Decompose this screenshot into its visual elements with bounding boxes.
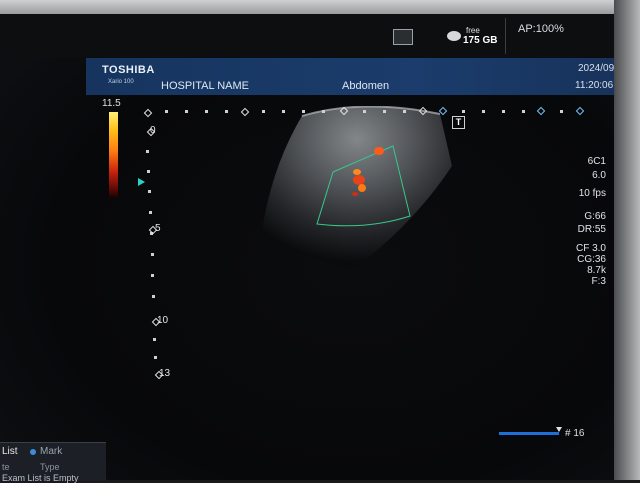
disk-free-size: 175 GB	[463, 35, 498, 46]
tab-mark[interactable]: Mark	[40, 446, 62, 457]
depth-tick	[152, 295, 155, 298]
patient-header: TOSHIBA Xario 100 HOSPITAL NAME Abdomen …	[86, 58, 636, 95]
lateral-tick	[322, 110, 325, 113]
disk-icon	[447, 31, 461, 41]
lateral-tick	[185, 110, 188, 113]
tab-list[interactable]: List	[2, 446, 18, 457]
doppler-flow-1	[374, 147, 384, 155]
system-status-bar	[0, 14, 614, 58]
exam-preset[interactable]: Abdomen	[342, 80, 389, 92]
depth-tick	[153, 338, 156, 341]
lateral-tick	[482, 110, 485, 113]
empty-list-message: Exam List is Empty	[2, 473, 79, 483]
monitor-bezel-top	[0, 0, 640, 14]
depth-tick	[148, 190, 151, 193]
cine-position-icon[interactable]	[556, 427, 562, 432]
depth-tick	[151, 253, 154, 256]
cine-progress-bar[interactable]	[499, 432, 559, 435]
lateral-tick	[165, 110, 168, 113]
b-mode-sector	[262, 106, 452, 270]
lateral-tick	[262, 110, 265, 113]
acoustic-power: AP:100%	[518, 23, 564, 35]
status-divider	[505, 18, 506, 54]
lateral-tick	[403, 110, 406, 113]
lateral-tick	[363, 110, 366, 113]
color-scale-max: 11.5	[102, 98, 121, 109]
depth-tick	[146, 150, 149, 153]
doppler-flow-5	[352, 192, 358, 196]
color-frequency: CF 3.0	[575, 243, 606, 254]
depth-tick	[147, 170, 150, 173]
probe-name: 6C1	[587, 156, 606, 167]
model-name: Xario 100	[108, 79, 134, 85]
lateral-tick	[205, 110, 208, 113]
doppler-flow-3	[353, 175, 365, 185]
color-gain: CG:36	[577, 254, 606, 265]
frame-rate: 10 fps	[578, 188, 606, 199]
doppler-flow-4	[358, 184, 366, 192]
lateral-tick	[225, 110, 228, 113]
transducer-orientation-marker: T	[452, 116, 465, 129]
disk-free-label: free	[466, 26, 480, 35]
mark-radio-icon[interactable]	[30, 449, 36, 455]
ultrasound-image	[262, 106, 452, 270]
depth-tick	[154, 356, 157, 359]
color-doppler-scale	[109, 112, 118, 198]
printer-icon[interactable]	[393, 29, 413, 45]
filter: F:3	[591, 276, 606, 287]
depth-tick	[149, 211, 152, 214]
lateral-tick	[282, 110, 285, 113]
hospital-name: HOSPITAL NAME	[161, 80, 250, 92]
frequency: 6.0	[592, 170, 606, 181]
monitor-bezel-right	[614, 0, 640, 480]
column-header-type: Type	[40, 462, 60, 472]
focus-marker-icon[interactable]	[138, 178, 145, 186]
cine-frame-number: # 16	[565, 428, 585, 439]
lateral-tick	[302, 110, 305, 113]
brand-logo: TOSHIBA	[102, 64, 155, 76]
dynamic-range: DR:55	[577, 224, 606, 235]
lateral-tick	[502, 110, 505, 113]
lateral-tick	[522, 110, 525, 113]
doppler-flow-2	[353, 169, 361, 175]
exam-list-panel: List Mark te Type Exam List is Empty	[0, 442, 106, 483]
gain: G:66	[584, 211, 606, 222]
column-header-date: te	[2, 462, 10, 472]
lateral-tick	[462, 110, 465, 113]
prf: 8.7k	[587, 265, 606, 276]
lateral-tick	[560, 110, 563, 113]
lateral-tick	[383, 110, 386, 113]
depth-tick	[151, 274, 154, 277]
